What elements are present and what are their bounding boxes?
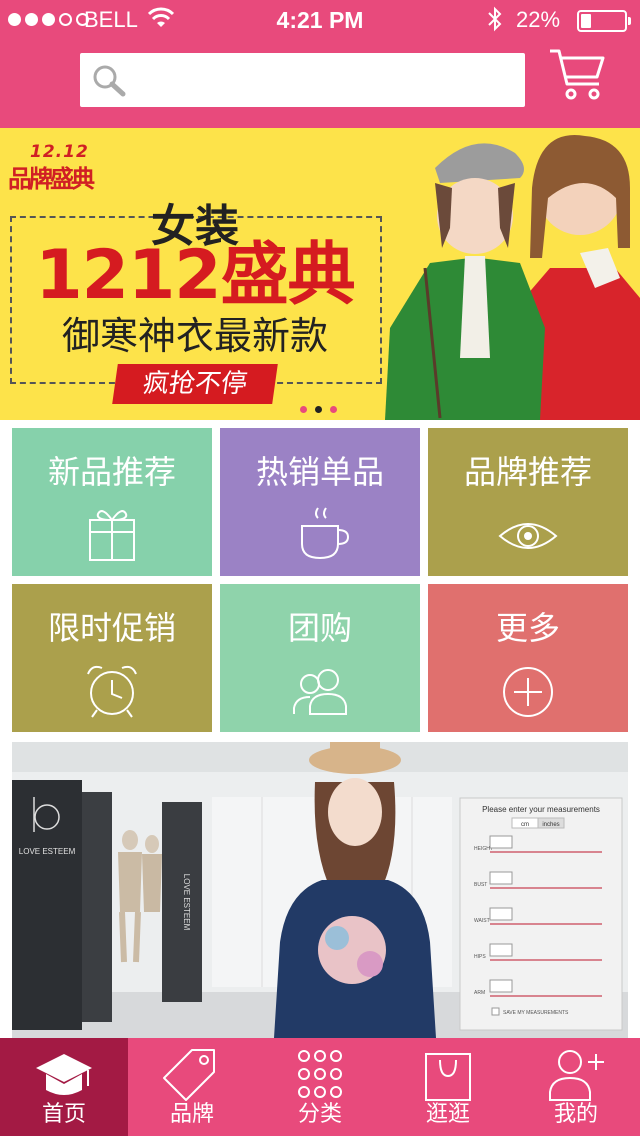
virtual-fitting-banner[interactable]: LOVE ESTEEM LOVE ESTEEM Please enter you… xyxy=(12,742,628,1038)
alarm-clock-icon xyxy=(87,665,137,718)
coffee-cup-icon xyxy=(301,507,350,560)
tab-label: 分类 xyxy=(297,1102,342,1127)
header: BELL 4:21 PM 22% xyxy=(0,0,640,128)
cart-icon[interactable] xyxy=(547,46,607,104)
tab-label: 品牌 xyxy=(169,1102,214,1127)
user-add-icon xyxy=(549,1050,604,1101)
wall-text: LOVE ESTEEM xyxy=(182,874,191,931)
gift-icon xyxy=(89,510,135,561)
tab-brands[interactable]: 品牌 xyxy=(128,1038,256,1136)
grid-dots-icon xyxy=(298,1050,342,1098)
tab-categories[interactable]: 分类 xyxy=(256,1038,384,1136)
banner-models-image xyxy=(385,135,640,420)
status-bar: BELL 4:21 PM 22% xyxy=(0,0,640,40)
tile-label: 品牌推荐 xyxy=(463,453,592,491)
bottom-tab-bar: 首页 品牌 分类 逛逛 我的 xyxy=(0,1038,640,1136)
save-measurements-label: SAVE MY MEASUREMENTS xyxy=(503,1010,569,1016)
bluetooth-icon xyxy=(488,6,502,32)
event-logo: 12.12 品牌盛典 xyxy=(8,142,95,193)
tile-brand-picks[interactable]: 品牌推荐 xyxy=(428,428,628,576)
tab-label: 我的 xyxy=(553,1102,598,1127)
tab-browse[interactable]: 逛逛 xyxy=(384,1038,512,1136)
tab-profile[interactable]: 我的 xyxy=(512,1038,640,1136)
banner-subtitle: 御寒神衣最新款 xyxy=(61,314,328,358)
search-bar[interactable] xyxy=(80,53,525,107)
battery-percentage: 22% xyxy=(516,7,561,32)
unit-inches-tab: inches xyxy=(542,822,559,828)
tile-label: 新品推荐 xyxy=(47,453,176,491)
category-grid: 新品推荐 热销单品 品牌推荐 限时促销 团购 更多 xyxy=(0,420,640,738)
eye-icon xyxy=(498,523,558,549)
tab-label: 逛逛 xyxy=(425,1102,470,1127)
svg-text:ARM: ARM xyxy=(474,990,485,996)
battery-icon xyxy=(577,10,631,32)
group-icon xyxy=(293,669,347,715)
unit-cm-tab: cm xyxy=(521,822,529,828)
tile-group-buy[interactable]: 团购 xyxy=(220,584,420,732)
tile-label: 热销单品 xyxy=(255,453,384,491)
banner-tag: 疯抢不停 xyxy=(112,364,278,404)
price-tag-icon xyxy=(163,1049,215,1101)
plus-circle-icon xyxy=(503,667,553,717)
app-screen: BELL 4:21 PM 22% 12.12 品牌盛典 女装 1212盛典 御寒… xyxy=(0,0,640,1136)
tile-new-arrivals[interactable]: 新品推荐 xyxy=(12,428,212,576)
svg-text:BUST: BUST xyxy=(474,882,487,888)
shopping-bag-icon xyxy=(425,1053,471,1101)
pager-dot-active[interactable] xyxy=(315,406,322,413)
tile-label: 团购 xyxy=(287,609,352,647)
tile-more[interactable]: 更多 xyxy=(428,584,628,732)
tile-label: 限时促销 xyxy=(47,609,176,647)
svg-text:WAIST: WAIST xyxy=(474,918,490,924)
promo-banner[interactable]: 12.12 品牌盛典 女装 1212盛典 御寒神衣最新款 疯抢不停 xyxy=(0,128,640,420)
banner-headline: 1212盛典 xyxy=(35,236,355,315)
brand-name: LOVE ESTEEM xyxy=(19,847,76,856)
tab-label: 首页 xyxy=(41,1102,86,1127)
banner-pager[interactable] xyxy=(300,406,337,413)
svg-text:HIPS: HIPS xyxy=(474,954,486,960)
tile-label: 更多 xyxy=(495,609,560,647)
tile-flash-sale[interactable]: 限时促销 xyxy=(12,584,212,732)
pager-dot[interactable] xyxy=(330,406,337,413)
pager-dot[interactable] xyxy=(300,406,307,413)
search-icon xyxy=(93,65,126,97)
tile-hot-items[interactable]: 热销单品 xyxy=(220,428,420,576)
tab-home[interactable]: 首页 xyxy=(0,1038,128,1136)
fitting-room-image: LOVE ESTEEM LOVE ESTEEM Please enter you… xyxy=(12,742,628,1038)
search-input[interactable] xyxy=(136,59,516,101)
measurement-panel-title: Please enter your measurements xyxy=(482,805,600,814)
graduation-cap-icon xyxy=(36,1054,92,1095)
